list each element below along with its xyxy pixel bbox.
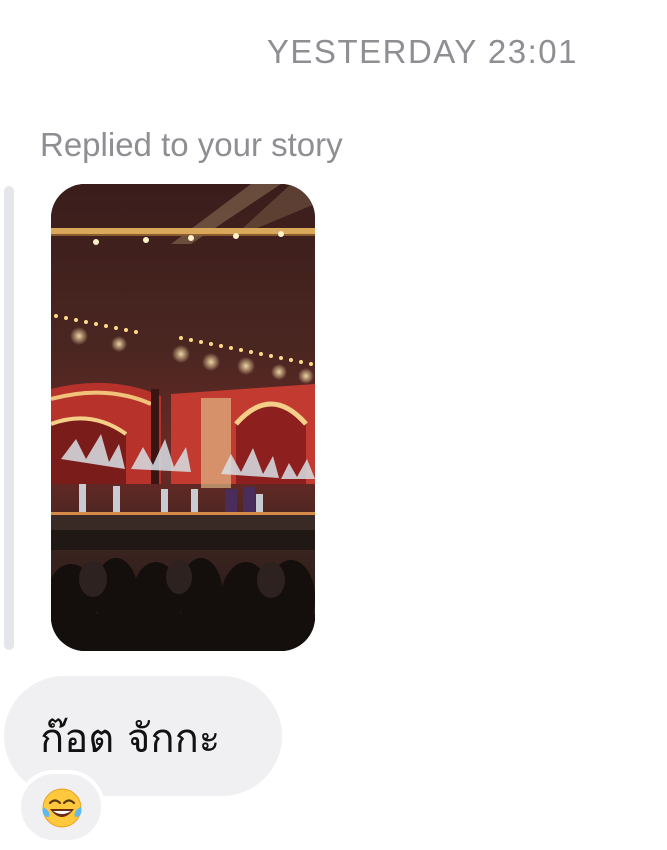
reply-indicator-bar (4, 186, 14, 650)
message-timestamp: YESTERDAY 23:01 (266, 33, 578, 70)
concert-stage-image (51, 184, 315, 651)
reaction-badge[interactable] (17, 770, 105, 844)
message-text: ก๊อต จักกะ (40, 716, 221, 762)
story-reply-label: Replied to your story (40, 126, 343, 163)
face-with-tears-of-joy-icon (42, 788, 82, 828)
story-thumbnail[interactable] (51, 184, 315, 651)
